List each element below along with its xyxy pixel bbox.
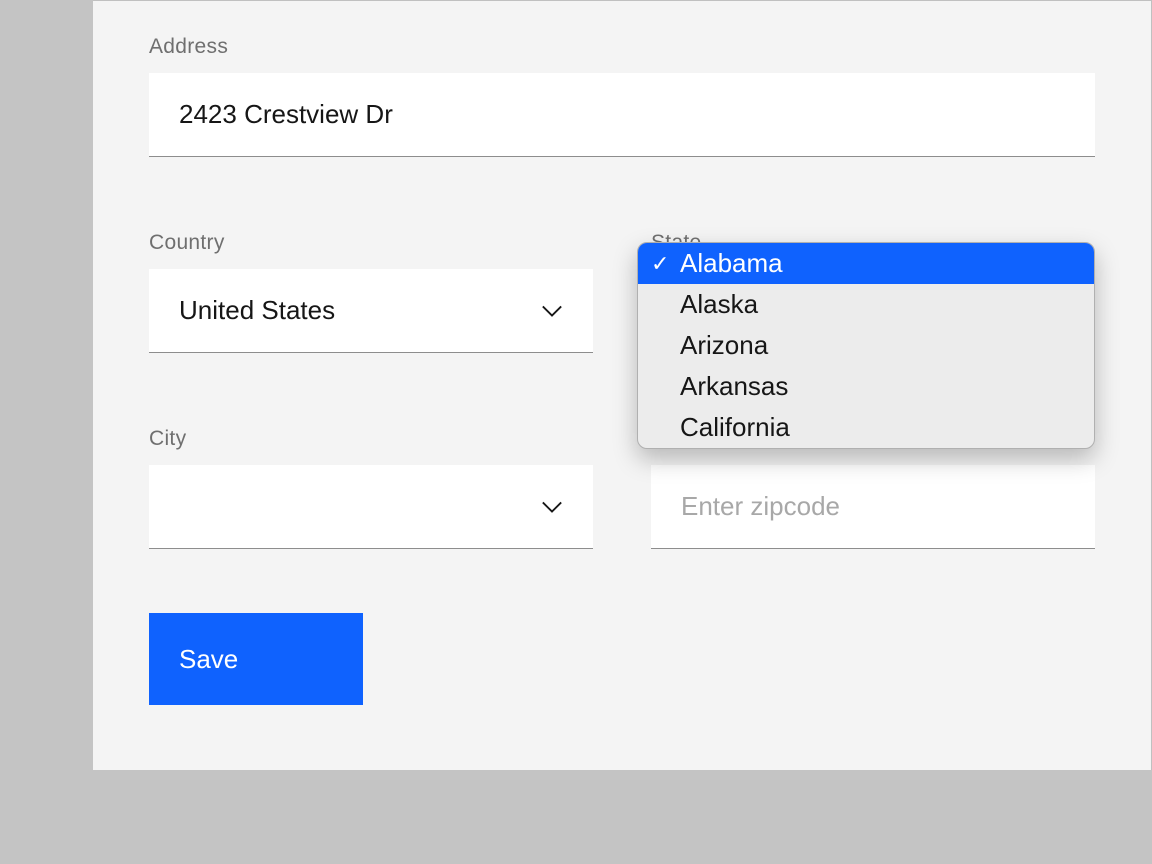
state-dropdown-menu: ✓ Alabama Alaska Arizona Arkansas Califo…	[637, 242, 1095, 449]
chevron-down-icon	[541, 300, 563, 322]
state-option-california[interactable]: California	[638, 407, 1094, 448]
city-select[interactable]	[149, 465, 593, 549]
address-label: Address	[149, 35, 1095, 59]
address-form-panel: Address Country United States State	[93, 0, 1152, 770]
country-col: Country United States	[149, 231, 593, 353]
city-col: City	[149, 427, 593, 549]
state-option-label: California	[680, 412, 790, 443]
address-input[interactable]	[149, 73, 1095, 157]
state-option-alaska[interactable]: Alaska	[638, 284, 1094, 325]
state-option-arkansas[interactable]: Arkansas	[638, 366, 1094, 407]
state-option-label: Arkansas	[680, 371, 788, 402]
country-select-value: United States	[179, 295, 541, 326]
check-icon: ✓	[651, 251, 669, 277]
state-option-label: Alabama	[680, 248, 783, 279]
country-state-row: Country United States State ✓ A	[149, 231, 1095, 353]
state-option-label: Alaska	[680, 289, 758, 320]
state-option-arizona[interactable]: Arizona	[638, 325, 1094, 366]
city-label: City	[149, 427, 593, 451]
save-button[interactable]: Save	[149, 613, 363, 705]
state-option-alabama[interactable]: ✓ Alabama	[638, 243, 1094, 284]
country-select[interactable]: United States	[149, 269, 593, 353]
state-option-label: Arizona	[680, 330, 768, 361]
zipcode-input[interactable]	[651, 465, 1095, 549]
state-col: State ✓ Alabama Alaska Arizona	[651, 231, 1095, 353]
chevron-down-icon	[541, 496, 563, 518]
country-label: Country	[149, 231, 593, 255]
